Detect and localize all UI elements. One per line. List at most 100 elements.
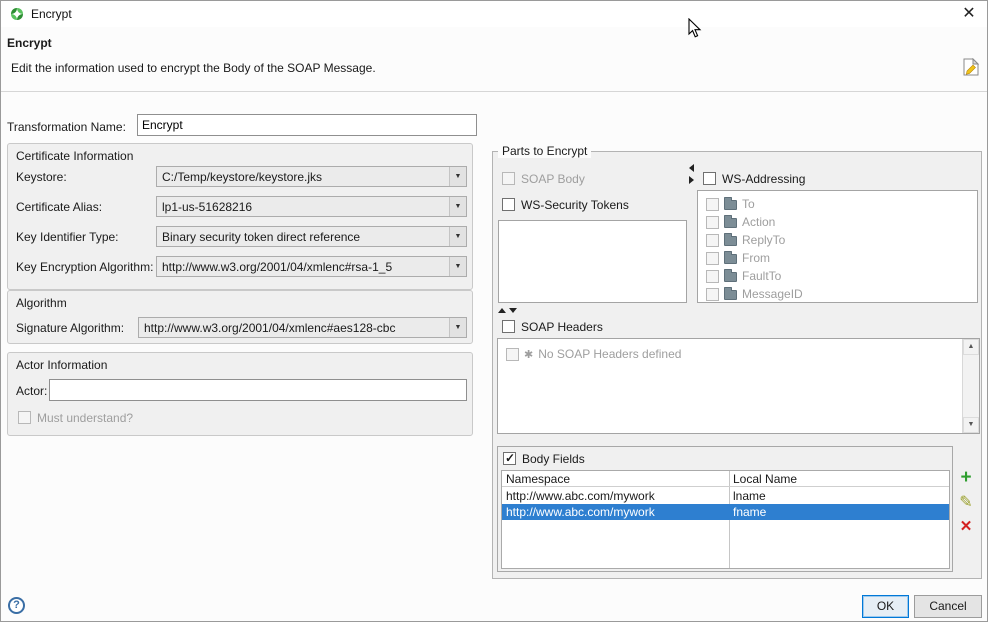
ws-addressing-item-messageid[interactable]: MessageID	[698, 285, 977, 303]
keystore-label: Keystore:	[16, 170, 67, 184]
keystore-combo[interactable]: C:/Temp/keystore/keystore.jks ▼	[156, 166, 467, 187]
parts-to-encrypt-title: Parts to Encrypt	[498, 144, 591, 158]
local-name-cell: fname	[729, 504, 949, 520]
namespace-column-header: Namespace	[502, 471, 729, 486]
must-understand-row: Must understand?	[18, 410, 133, 425]
header-part-folder-icon	[724, 218, 737, 228]
local-name-column-header: Local Name	[729, 471, 949, 486]
certificate-alias-value: lp1-us-51628216	[162, 200, 447, 214]
ok-button[interactable]: OK	[862, 595, 909, 618]
header-part-folder-icon	[724, 254, 737, 264]
window-title: Encrypt	[31, 7, 72, 21]
split-collapse-left-icon[interactable]	[689, 164, 694, 172]
body-fields-group: Body Fields Namespace Local Name http://…	[497, 446, 953, 572]
transformation-name-input[interactable]	[137, 114, 477, 136]
keystore-value: C:/Temp/keystore/keystore.jks	[162, 170, 447, 184]
scroll-up-icon[interactable]: ▲	[963, 339, 979, 355]
ws-addressing-item-faultto[interactable]: FaultTo	[698, 267, 977, 285]
signature-algorithm-combo[interactable]: http://www.w3.org/2001/04/xmlenc#aes128-…	[138, 317, 467, 338]
body-fields-label: Body Fields	[522, 452, 585, 466]
local-name-cell: lname	[729, 488, 949, 504]
ws-addressing-item-checkbox[interactable]	[706, 288, 719, 301]
soap-body-checkbox[interactable]	[502, 172, 515, 185]
ws-addressing-item-checkbox[interactable]	[706, 270, 719, 283]
header-marker-icon: ✱	[524, 348, 533, 361]
ws-addressing-item-to[interactable]: To	[698, 195, 977, 213]
ws-security-tokens-list[interactable]	[498, 220, 687, 303]
ws-addressing-item-from[interactable]: From	[698, 249, 977, 267]
split-collapse-right-icon[interactable]	[689, 176, 694, 184]
ws-addressing-item-action[interactable]: Action	[698, 213, 977, 231]
edit-document-icon[interactable]	[963, 58, 979, 76]
ws-addressing-item-checkbox[interactable]	[706, 252, 719, 265]
body-fields-table[interactable]: Namespace Local Name http://www.abc.com/…	[501, 470, 950, 569]
delete-field-icon[interactable]: ✕	[957, 518, 975, 536]
ws-addressing-list[interactable]: To Action ReplyTo From FaultTo	[697, 190, 978, 303]
must-understand-checkbox[interactable]	[18, 411, 31, 424]
ws-addressing-item-replyto[interactable]: ReplyTo	[698, 231, 977, 249]
ws-addressing-item-label: Action	[742, 215, 775, 229]
no-soap-headers-label: No SOAP Headers defined	[538, 347, 681, 361]
ws-addressing-item-checkbox[interactable]	[706, 198, 719, 211]
must-understand-label: Must understand?	[37, 411, 133, 425]
ws-security-tokens-checkbox[interactable]	[502, 198, 515, 211]
body-fields-checkbox[interactable]	[503, 452, 516, 465]
ws-addressing-item-label: To	[742, 197, 755, 211]
parts-to-encrypt-panel: SOAP Body WS-Security Tokens WS-Addressi…	[492, 151, 982, 579]
cancel-button[interactable]: Cancel	[914, 595, 982, 618]
ws-addressing-label: WS-Addressing	[722, 172, 805, 186]
actor-information-group: Actor Information Actor: Must understand…	[7, 352, 473, 436]
ws-addressing-row: WS-Addressing	[703, 171, 805, 186]
key-encryption-algorithm-value: http://www.w3.org/2001/04/xmlenc#rsa-1_5	[162, 260, 447, 274]
soap-headers-label: SOAP Headers	[521, 320, 603, 334]
key-encryption-algorithm-combo[interactable]: http://www.w3.org/2001/04/xmlenc#rsa-1_5…	[156, 256, 467, 277]
soap-headers-panel[interactable]: ✱ No SOAP Headers defined ▲ ▼	[497, 338, 980, 434]
ws-addressing-item-label: MessageID	[742, 287, 803, 301]
ws-addressing-item-checkbox[interactable]	[706, 216, 719, 229]
soap-body-row: SOAP Body	[502, 171, 585, 186]
ws-addressing-item-label: From	[742, 251, 770, 265]
actor-information-title: Actor Information	[16, 358, 107, 372]
table-header-row: Namespace Local Name	[502, 471, 949, 487]
table-row-selected[interactable]: http://www.abc.com/mywork fname	[502, 504, 949, 520]
header-part-folder-icon	[724, 200, 737, 210]
key-identifier-type-label: Key Identifier Type:	[16, 230, 119, 244]
signature-algorithm-value: http://www.w3.org/2001/04/xmlenc#aes128-…	[144, 321, 447, 335]
ws-addressing-item-checkbox[interactable]	[706, 234, 719, 247]
split-collapse-down-icon[interactable]	[509, 308, 517, 313]
algorithm-group: Algorithm Signature Algorithm: http://ww…	[7, 290, 473, 344]
certificate-information-group: Certificate Information Keystore: C:/Tem…	[7, 143, 473, 290]
transformation-name-label: Transformation Name:	[7, 120, 126, 134]
algorithm-title: Algorithm	[16, 296, 67, 310]
add-field-icon[interactable]: +	[957, 470, 975, 488]
ws-addressing-checkbox[interactable]	[703, 172, 716, 185]
table-row[interactable]: http://www.abc.com/mywork lname	[502, 488, 949, 504]
key-identifier-type-value: Binary security token direct reference	[162, 230, 447, 244]
dropdown-arrow-icon[interactable]: ▼	[449, 318, 466, 337]
close-button[interactable]: ✕	[959, 4, 979, 24]
soap-headers-scrollbar[interactable]: ▲ ▼	[962, 339, 979, 433]
dropdown-arrow-icon[interactable]: ▼	[449, 257, 466, 276]
actor-label: Actor:	[16, 384, 47, 398]
help-icon[interactable]: ?	[8, 597, 25, 614]
page-description: Edit the information used to encrypt the…	[11, 61, 376, 75]
split-collapse-up-icon[interactable]	[498, 308, 506, 313]
ws-security-tokens-label: WS-Security Tokens	[521, 198, 629, 212]
namespace-cell: http://www.abc.com/mywork	[502, 504, 729, 520]
ws-addressing-item-label: ReplyTo	[742, 233, 785, 247]
key-identifier-type-combo[interactable]: Binary security token direct reference ▼	[156, 226, 467, 247]
edit-field-icon[interactable]: ✎	[957, 494, 975, 512]
dropdown-arrow-icon[interactable]: ▼	[449, 197, 466, 216]
certificate-information-title: Certificate Information	[16, 149, 133, 163]
signature-algorithm-label: Signature Algorithm:	[16, 321, 124, 335]
scroll-down-icon[interactable]: ▼	[963, 417, 979, 433]
soap-headers-checkbox[interactable]	[502, 320, 515, 333]
encrypt-dialog: Encrypt ✕ Encrypt Edit the information u…	[0, 0, 988, 622]
mouse-cursor	[688, 18, 702, 42]
no-soap-headers-checkbox	[506, 348, 519, 361]
dropdown-arrow-icon[interactable]: ▼	[449, 227, 466, 246]
dropdown-arrow-icon[interactable]: ▼	[449, 167, 466, 186]
actor-input[interactable]	[49, 379, 467, 401]
certificate-alias-combo[interactable]: lp1-us-51628216 ▼	[156, 196, 467, 217]
ws-addressing-item-label: FaultTo	[742, 269, 781, 283]
